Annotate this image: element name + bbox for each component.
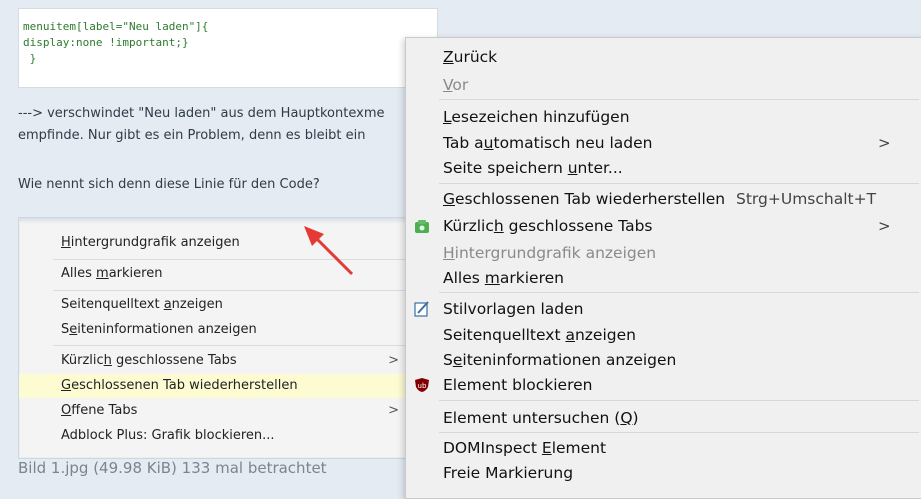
menu-item-seiteninformationen[interactable]: Seiteninformationen anzeigen <box>406 348 921 372</box>
menu-separator <box>439 432 919 433</box>
image-menu-item: Kürzlich geschlossene Tabs > <box>19 349 419 373</box>
menu-item-dominspect[interactable]: DOMInspect Element <box>406 436 921 460</box>
submenu-arrow-icon: > <box>388 403 399 418</box>
menu-item-hintergrundgrafik[interactable]: Hintergrundgrafik anzeigen <box>406 241 921 265</box>
image-menu-separator <box>53 290 413 291</box>
menu-item-seite-speichern[interactable]: Seite speichern unter... <box>406 156 921 180</box>
post-question: Wie nennt sich denn diese Linie für den … <box>18 177 320 192</box>
menu-item-element-blockieren[interactable]: ub Element blockieren <box>406 373 921 397</box>
menu-separator <box>439 292 919 293</box>
menu-item-tab-wiederherstellen[interactable]: Geschlossenen Tab wiederherstellen Strg+U… <box>406 187 921 211</box>
menu-separator <box>439 183 919 184</box>
shortcut-label: Strg+Umschalt+T <box>736 190 877 208</box>
image-menu-item: Adblock Plus: Grafik blockieren... <box>61 428 275 443</box>
stylesheet-icon <box>414 301 429 317</box>
menu-item-alles-markieren[interactable]: Alles markieren <box>406 266 921 290</box>
menu-item-kuerzlich-geschlossen[interactable]: Kürzlich geschlossene Tabs > <box>406 214 921 238</box>
submenu-arrow-icon: > <box>878 217 891 235</box>
ublock-icon: ub <box>415 378 429 392</box>
red-arrow-icon <box>304 226 354 276</box>
code-line: } <box>23 52 37 65</box>
menu-item-stilvorlagen[interactable]: Stilvorlagen laden <box>406 297 921 321</box>
closed-tab-icon <box>415 220 429 233</box>
code-line: display:none !important;} <box>23 36 189 49</box>
svg-text:ub: ub <box>418 382 427 390</box>
menu-item-zurueck[interactable]: Zurück <box>406 45 921 69</box>
image-menu-item: Seitenquelltext anzeigen <box>61 297 223 312</box>
image-menu-item: Seiteninformationen anzeigen <box>61 322 257 337</box>
menu-separator <box>439 400 919 401</box>
menu-item-seitenquelltext[interactable]: Seitenquelltext anzeigen <box>406 323 921 347</box>
menu-item-auto-reload[interactable]: Tab automatisch neu laden > <box>406 131 921 155</box>
menu-item-vor[interactable]: Vor <box>406 73 921 97</box>
code-line: menuitem[label="Neu laden"]{ <box>23 20 209 33</box>
submenu-arrow-icon: > <box>878 134 891 152</box>
menu-item-element-untersuchen[interactable]: Element untersuchen (Q) <box>406 406 921 430</box>
menu-item-lesezeichen[interactable]: Lesezeichen hinzufügen <box>406 105 921 129</box>
image-menu-separator <box>53 345 413 346</box>
submenu-arrow-icon: > <box>388 353 399 368</box>
code-block: menuitem[label="Neu laden"]{ display:non… <box>18 8 438 88</box>
context-menu: Zurück Vor Lesezeichen hinzufügen Tab au… <box>405 37 921 499</box>
post-text-line: empfinde. Nur gibt es ein Problem, denn … <box>18 128 366 143</box>
menu-separator <box>439 99 919 100</box>
image-caption: Bild 1.jpg (49.98 KiB) 133 mal betrachte… <box>18 459 327 477</box>
post-text-line: ---> verschwindet "Neu laden" aus dem Ha… <box>18 106 385 121</box>
image-menu-item: Offene Tabs > <box>19 399 419 423</box>
image-menu-item-highlighted: Geschlossenen Tab wiederherstellen <box>19 374 419 398</box>
menu-item-freie-markierung[interactable]: Freie Markierung <box>406 461 921 485</box>
